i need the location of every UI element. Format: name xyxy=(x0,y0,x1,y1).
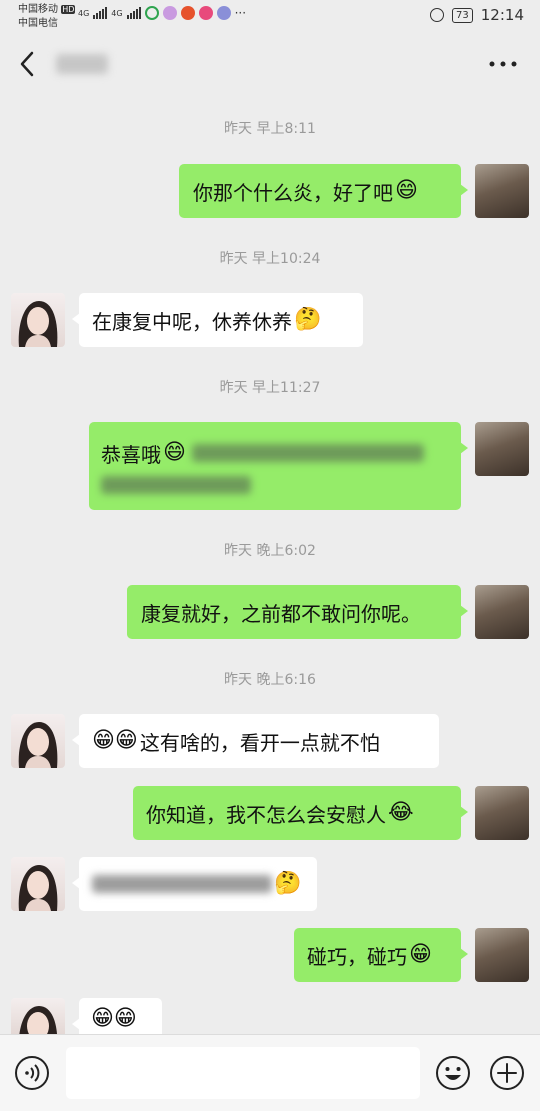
emoji-icon xyxy=(436,1056,470,1090)
message-line: 恭喜哦 😄 xyxy=(101,439,424,468)
contact-avatar[interactable] xyxy=(11,293,65,347)
network-label-2: 4G xyxy=(111,8,123,18)
emoji-button[interactable] xyxy=(435,1055,471,1091)
redacted-text xyxy=(92,875,272,893)
input-bar xyxy=(0,1034,540,1111)
contact-avatar[interactable] xyxy=(11,998,65,1034)
thinking-emoji-icon: 🤔 xyxy=(294,307,322,332)
network-label-1: 4G xyxy=(78,8,90,18)
message-bubble-incoming[interactable]: 在康复中呢，休养休养 🤔 xyxy=(72,293,363,347)
app-notification-icon xyxy=(216,6,231,20)
my-avatar[interactable] xyxy=(475,786,529,840)
more-dots-icon xyxy=(489,61,517,67)
carrier-2: 中国电信 xyxy=(18,18,58,29)
clock: 12:14 xyxy=(480,6,524,24)
my-avatar[interactable] xyxy=(475,164,529,218)
add-button[interactable] xyxy=(489,1055,525,1091)
signal-icon xyxy=(126,7,141,19)
laughing-emoji-icon: 😂 xyxy=(388,800,414,825)
status-right: 73 12:14 xyxy=(430,6,524,24)
my-avatar[interactable] xyxy=(475,928,529,982)
grin-emoji-icon: 😄 xyxy=(163,440,186,465)
app-notification-icon xyxy=(162,6,177,20)
redacted-text xyxy=(101,475,251,494)
more-button[interactable] xyxy=(486,54,520,74)
message-timestamp: 昨天 早上11:27 xyxy=(219,380,321,396)
contact-avatar[interactable] xyxy=(11,857,65,911)
message-text: 你那个什么炎，好了吧 xyxy=(193,180,393,205)
voice-icon xyxy=(15,1056,49,1090)
signal-icon xyxy=(93,7,108,19)
my-avatar[interactable] xyxy=(475,585,529,639)
message-text: 康复就好，之前都不敢问你呢。 xyxy=(141,601,421,626)
message-text: 恭喜哦 xyxy=(101,442,161,467)
carrier-1: 中国移动 xyxy=(18,4,58,15)
grin-emoji-icon: 😁😁 xyxy=(91,1006,137,1031)
message-bubble-incoming[interactable]: 😁😁 xyxy=(72,998,162,1034)
contact-avatar[interactable] xyxy=(11,714,65,768)
message-text: 你知道，我不怎么会安慰人 xyxy=(146,802,386,827)
message-text: 碰巧，碰巧 xyxy=(307,944,407,969)
hd-badge: HD xyxy=(61,5,76,14)
app-notification-icon xyxy=(198,6,213,20)
weibo-icon xyxy=(180,6,195,20)
message-input[interactable] xyxy=(66,1047,420,1099)
grin-emoji-icon: 😁 xyxy=(409,942,432,967)
message-timestamp: 昨天 早上10:24 xyxy=(219,251,321,267)
message-line xyxy=(101,475,251,494)
voice-button[interactable] xyxy=(14,1055,50,1091)
message-timestamp: 昨天 晚上6:02 xyxy=(224,543,316,559)
grin-emoji-icon: 😁😁 xyxy=(92,728,138,753)
contact-portrait-icon xyxy=(19,1006,58,1034)
message-bubble-outgoing[interactable]: 你那个什么炎，好了吧 😄 xyxy=(179,164,468,218)
message-bubble-outgoing[interactable]: 恭喜哦 😄 xyxy=(89,422,468,510)
contact-name-redacted xyxy=(56,54,108,74)
chat-header xyxy=(0,34,540,94)
contact-portrait-icon xyxy=(18,865,58,911)
message-bubble-outgoing[interactable]: 你知道，我不怎么会安慰人 😂 xyxy=(133,786,468,840)
contact-portrait-icon xyxy=(18,722,58,768)
message-bubble-incoming[interactable]: 🤔 xyxy=(72,857,317,911)
contact-portrait-icon xyxy=(18,301,58,347)
alarm-icon xyxy=(430,8,445,22)
message-text: 这有啥的，看开一点就不怕 xyxy=(139,730,380,755)
grin-emoji-icon: 😄 xyxy=(395,178,418,203)
status-icons: 4G 4G ··· xyxy=(78,6,246,20)
message-bubble-incoming[interactable]: 😁😁 这有啥的，看开一点就不怕 xyxy=(72,714,439,768)
battery-icon: 73 xyxy=(452,7,473,23)
message-bubble-outgoing[interactable]: 康复就好，之前都不敢问你呢。 xyxy=(127,585,468,639)
back-button[interactable] xyxy=(14,48,42,80)
more-notifications-icon: ··· xyxy=(234,6,247,20)
chevron-left-icon xyxy=(20,51,34,77)
thinking-emoji-icon: 🤔 xyxy=(274,871,302,896)
message-text: 在康复中呢，休养休养 xyxy=(92,309,292,334)
status-bar: 中国移动 HD 中国电信 4G 4G ··· 73 12:14 xyxy=(0,0,540,34)
app-notification-icon xyxy=(144,6,159,20)
add-icon xyxy=(490,1056,524,1090)
message-bubble-outgoing[interactable]: 碰巧，碰巧 😁 xyxy=(294,928,468,982)
my-avatar[interactable] xyxy=(475,422,529,476)
carrier-labels: 中国移动 HD 中国电信 xyxy=(18,3,76,31)
message-timestamp: 昨天 早上8:11 xyxy=(224,121,316,137)
redacted-text xyxy=(191,444,424,462)
message-timestamp: 昨天 晚上6:16 xyxy=(224,672,316,688)
